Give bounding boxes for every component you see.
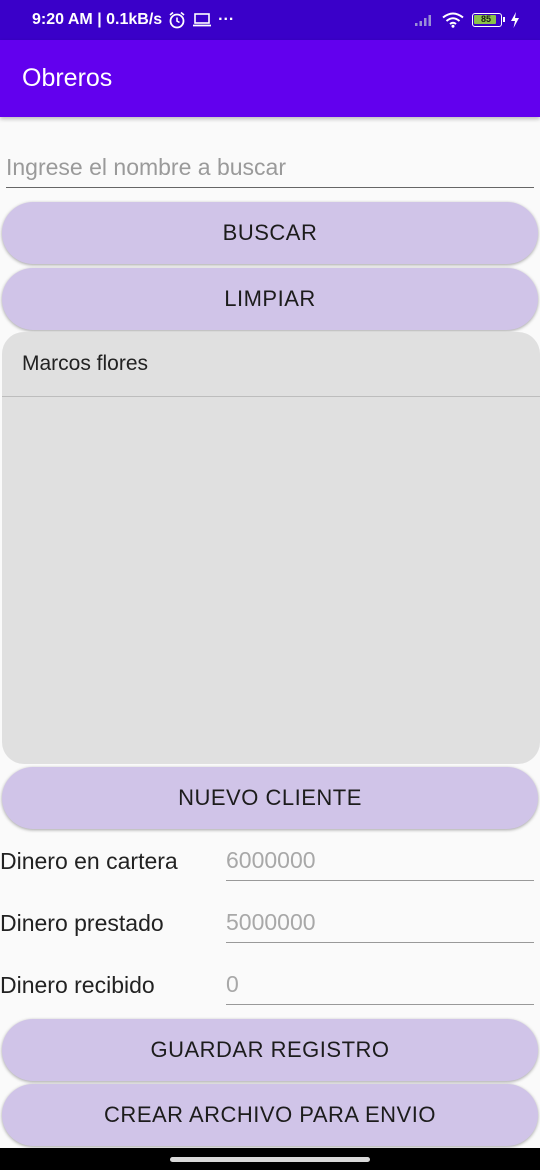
status-time-speed: 9:20 AM | 0.1kB/s (32, 11, 163, 28)
signal-icon (415, 15, 431, 26)
received-label: Dinero recibido (0, 972, 155, 998)
battery-icon: 85 (472, 13, 505, 27)
battery-level: 85 (480, 14, 491, 24)
wallet-label: Dinero en cartera (0, 848, 178, 874)
new-client-button[interactable]: NUEVO CLIENTE (2, 767, 538, 829)
app-bar: Obreros (0, 40, 540, 117)
clear-button[interactable]: LIMPIAR (2, 268, 538, 330)
charging-icon (511, 12, 519, 28)
lent-field[interactable] (226, 903, 534, 943)
app-title: Obreros (22, 64, 113, 92)
status-more-dots: ··· (218, 11, 235, 28)
search-button[interactable]: BUSCAR (2, 202, 538, 264)
received-field[interactable] (226, 965, 534, 1005)
alarm-icon (169, 11, 185, 29)
home-gesture-handle[interactable] (170, 1157, 370, 1162)
client-list[interactable]: Marcos flores (2, 332, 540, 764)
wallet-field[interactable] (226, 841, 534, 881)
save-record-button[interactable]: GUARDAR REGISTRO (2, 1019, 538, 1081)
status-bar: 9:20 AM | 0.1kB/s ··· 85 (0, 0, 540, 40)
wifi-icon (442, 12, 464, 28)
laptop-icon (193, 13, 212, 27)
lent-label: Dinero prestado (0, 910, 164, 936)
navigation-bar (0, 1148, 540, 1170)
search-input[interactable] (6, 148, 534, 188)
client-list-item[interactable]: Marcos flores (2, 332, 540, 397)
create-file-button[interactable]: CREAR ARCHIVO PARA ENVIO (2, 1084, 538, 1146)
